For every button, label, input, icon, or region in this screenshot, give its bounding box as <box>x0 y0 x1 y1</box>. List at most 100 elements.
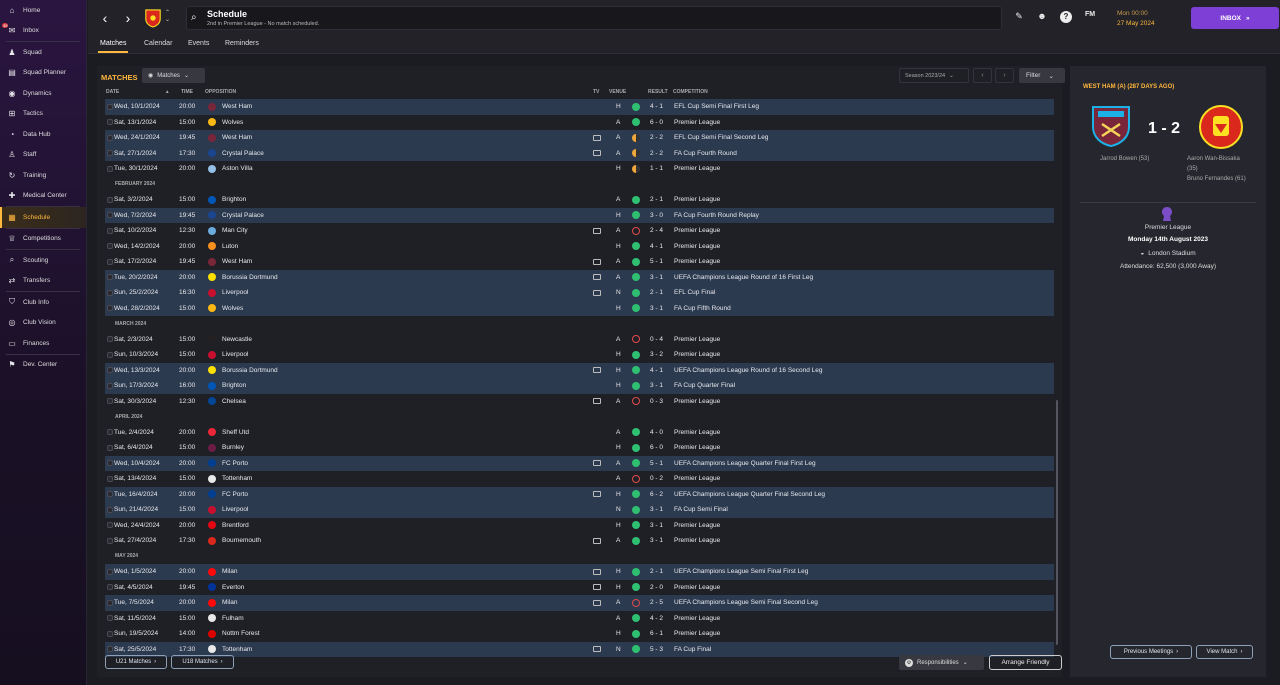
col-opposition[interactable]: OPPOSITION <box>205 89 236 95</box>
competition[interactable]: FA Cup Fifth Round <box>674 305 731 312</box>
competition[interactable]: FA Cup Fourth Round Replay <box>674 212 759 219</box>
opponent-name[interactable]: West Ham <box>222 103 252 110</box>
competition[interactable]: Premier League <box>674 398 720 405</box>
next-season-button[interactable]: › <box>995 68 1014 83</box>
competition[interactable]: UEFA Champions League Semi Final Second … <box>674 599 818 606</box>
table-row[interactable]: Sat, 3/2/2024 15:00 Brighton A 2 - 1 Premier … <box>105 192 1054 208</box>
competition[interactable]: FA Cup Quarter Final <box>674 382 735 389</box>
row-checkbox[interactable] <box>107 599 113 606</box>
competition[interactable]: Premier League <box>674 475 720 482</box>
row-checkbox[interactable] <box>107 460 113 467</box>
sidebar-item-squad[interactable]: ♟ Squad <box>0 42 86 63</box>
opponent-name[interactable]: Wolves <box>222 119 243 126</box>
opponent-name[interactable]: Tottenham <box>222 475 252 482</box>
competition[interactable]: Premier League <box>674 258 720 265</box>
opponent-name[interactable]: Liverpool <box>222 289 248 296</box>
table-row[interactable]: Wed, 10/4/2024 20:00 FC Porto A 5 - 1 UEFA Ch… <box>105 455 1054 471</box>
competition[interactable]: Premier League <box>674 165 720 172</box>
row-checkbox[interactable] <box>107 475 113 482</box>
table-row[interactable]: Sat, 17/2/2024 19:45 West Ham A 5 - 1 Premier… <box>105 254 1054 270</box>
row-checkbox[interactable] <box>107 212 113 219</box>
prev-season-button[interactable]: ‹ <box>973 68 992 83</box>
opponent-name[interactable]: Luton <box>222 243 238 250</box>
table-row[interactable]: Sat, 11/5/2024 15:00 Fulham A 4 - 2 Premier L… <box>105 611 1054 627</box>
table-row[interactable]: Wed, 14/2/2024 20:00 Luton H 4 - 1 Premier Le… <box>105 239 1054 255</box>
table-row[interactable]: Wed, 28/2/2024 15:00 Wolves H 3 - 1 FA Cup Fi… <box>105 300 1054 316</box>
competition[interactable]: Premier League <box>674 119 720 126</box>
opponent-name[interactable]: Liverpool <box>222 506 248 513</box>
sidebar-item-squad-planner[interactable]: ▤ Squad Planner <box>0 63 86 84</box>
row-checkbox[interactable] <box>107 584 113 591</box>
table-row[interactable]: Tue, 2/4/2024 20:00 Sheff Utd A 4 - 0 Premier… <box>105 425 1054 441</box>
tab-events[interactable]: Events <box>188 40 209 47</box>
opponent-name[interactable]: Brentford <box>222 522 249 529</box>
competition[interactable]: Premier League <box>674 537 720 544</box>
competition[interactable]: Premier League <box>674 351 720 358</box>
row-checkbox[interactable] <box>107 444 113 451</box>
table-row[interactable]: Sat, 2/3/2024 15:00 Newcastle A 0 - 4 Premier… <box>105 332 1054 348</box>
previous-meetings-button[interactable]: Previous Meetings › <box>1110 645 1192 659</box>
table-row[interactable]: Wed, 24/1/2024 19:45 West Ham A 2 - 2 EFL Cup… <box>105 130 1054 146</box>
opponent-name[interactable]: Nottm Forest <box>222 630 260 637</box>
row-checkbox[interactable] <box>107 227 113 234</box>
season-selector[interactable]: Season 2023/24 ⌄ <box>899 68 969 83</box>
competition[interactable]: UEFA Champions League Semi Final First L… <box>674 568 808 575</box>
competition[interactable]: Premier League <box>674 615 720 622</box>
row-checkbox[interactable] <box>107 398 113 405</box>
sidebar-item-inbox[interactable]: ✉ 35 Inbox <box>0 21 86 42</box>
opponent-name[interactable]: Borussia Dortmund <box>222 274 278 281</box>
col-tv[interactable]: TV <box>593 89 599 95</box>
sidebar-item-data-hub[interactable]: ◔ Data Hub <box>0 124 86 145</box>
row-checkbox[interactable] <box>107 305 113 312</box>
competition[interactable]: UEFA Champions League Round of 16 Second… <box>674 367 823 374</box>
matches-view-dropdown[interactable]: ◉ Matches ⌄ <box>142 68 205 83</box>
arrange-friendly-button[interactable]: Arrange Friendly <box>989 655 1062 670</box>
row-checkbox[interactable] <box>107 243 113 250</box>
row-checkbox[interactable] <box>107 165 113 172</box>
competition[interactable]: Premier League <box>674 227 720 234</box>
row-checkbox[interactable] <box>107 289 113 296</box>
manager-icon[interactable]: ☻ <box>1036 11 1048 23</box>
opponent-name[interactable]: Sheff Utd <box>222 429 249 436</box>
sidebar-item-dev-center[interactable]: ⚑ Dev. Center <box>0 355 86 376</box>
opponent-name[interactable]: Milan <box>222 568 238 575</box>
row-checkbox[interactable] <box>107 491 113 498</box>
sidebar-item-scouting[interactable]: ⌕ Scouting <box>0 250 86 271</box>
table-row[interactable]: Sun, 17/3/2024 16:00 Brighton H 3 - 1 FA Cup … <box>105 378 1054 394</box>
row-checkbox[interactable] <box>107 615 113 622</box>
opponent-name[interactable]: Brighton <box>222 196 246 203</box>
sidebar-item-transfers[interactable]: ⇄ Transfers <box>0 271 86 292</box>
help-icon[interactable]: ? <box>1060 11 1072 23</box>
competition[interactable]: Premier League <box>674 243 720 250</box>
competition[interactable]: EFL Cup Semi Final Second Leg <box>674 134 768 141</box>
sidebar-item-club-vision[interactable]: ◎ Club Vision <box>0 313 86 334</box>
competition[interactable]: UEFA Champions League Quarter Final Firs… <box>674 460 816 467</box>
opponent-name[interactable]: Aston Villa <box>222 165 253 172</box>
opponent-name[interactable]: Man City <box>222 227 248 234</box>
u18-matches-button[interactable]: U18 Matches › <box>171 655 234 669</box>
opponent-name[interactable]: Borussia Dortmund <box>222 367 278 374</box>
table-row[interactable]: Sat, 27/1/2024 17:30 Crystal Palace A 2 - 2 F… <box>105 145 1054 161</box>
edit-pencil-icon[interactable]: ✎ <box>1013 11 1025 23</box>
search-icon[interactable]: ⌕ <box>191 12 203 24</box>
competition[interactable]: Premier League <box>674 630 720 637</box>
opponent-name[interactable]: Brighton <box>222 382 246 389</box>
opponent-name[interactable]: Newcastle <box>222 336 252 343</box>
table-row[interactable]: Sat, 13/4/2024 15:00 Tottenham A 0 - 2 Premie… <box>105 471 1054 487</box>
row-checkbox[interactable] <box>107 274 113 281</box>
opponent-name[interactable]: Everton <box>222 584 244 591</box>
tab-matches[interactable]: Matches <box>97 40 129 53</box>
competition[interactable]: EFL Cup Semi Final First Leg <box>674 103 759 110</box>
sidebar-item-dynamics[interactable]: ◉ Dynamics <box>0 83 86 104</box>
back-arrow-icon[interactable]: ‹ <box>95 8 115 28</box>
sidebar-item-club-info[interactable]: ⛉ Club Info <box>0 292 86 313</box>
competition[interactable]: FA Cup Fourth Round <box>674 150 737 157</box>
club-crest-icon[interactable] <box>144 8 162 28</box>
col-date[interactable]: DATE <box>106 89 119 95</box>
sidebar-item-tactics[interactable]: ⊞ Tactics <box>0 104 86 125</box>
competition[interactable]: Premier League <box>674 336 720 343</box>
col-time[interactable]: TIME <box>181 89 193 95</box>
row-checkbox[interactable] <box>107 522 113 529</box>
scrollbar[interactable] <box>1056 400 1058 645</box>
row-checkbox[interactable] <box>107 646 113 653</box>
